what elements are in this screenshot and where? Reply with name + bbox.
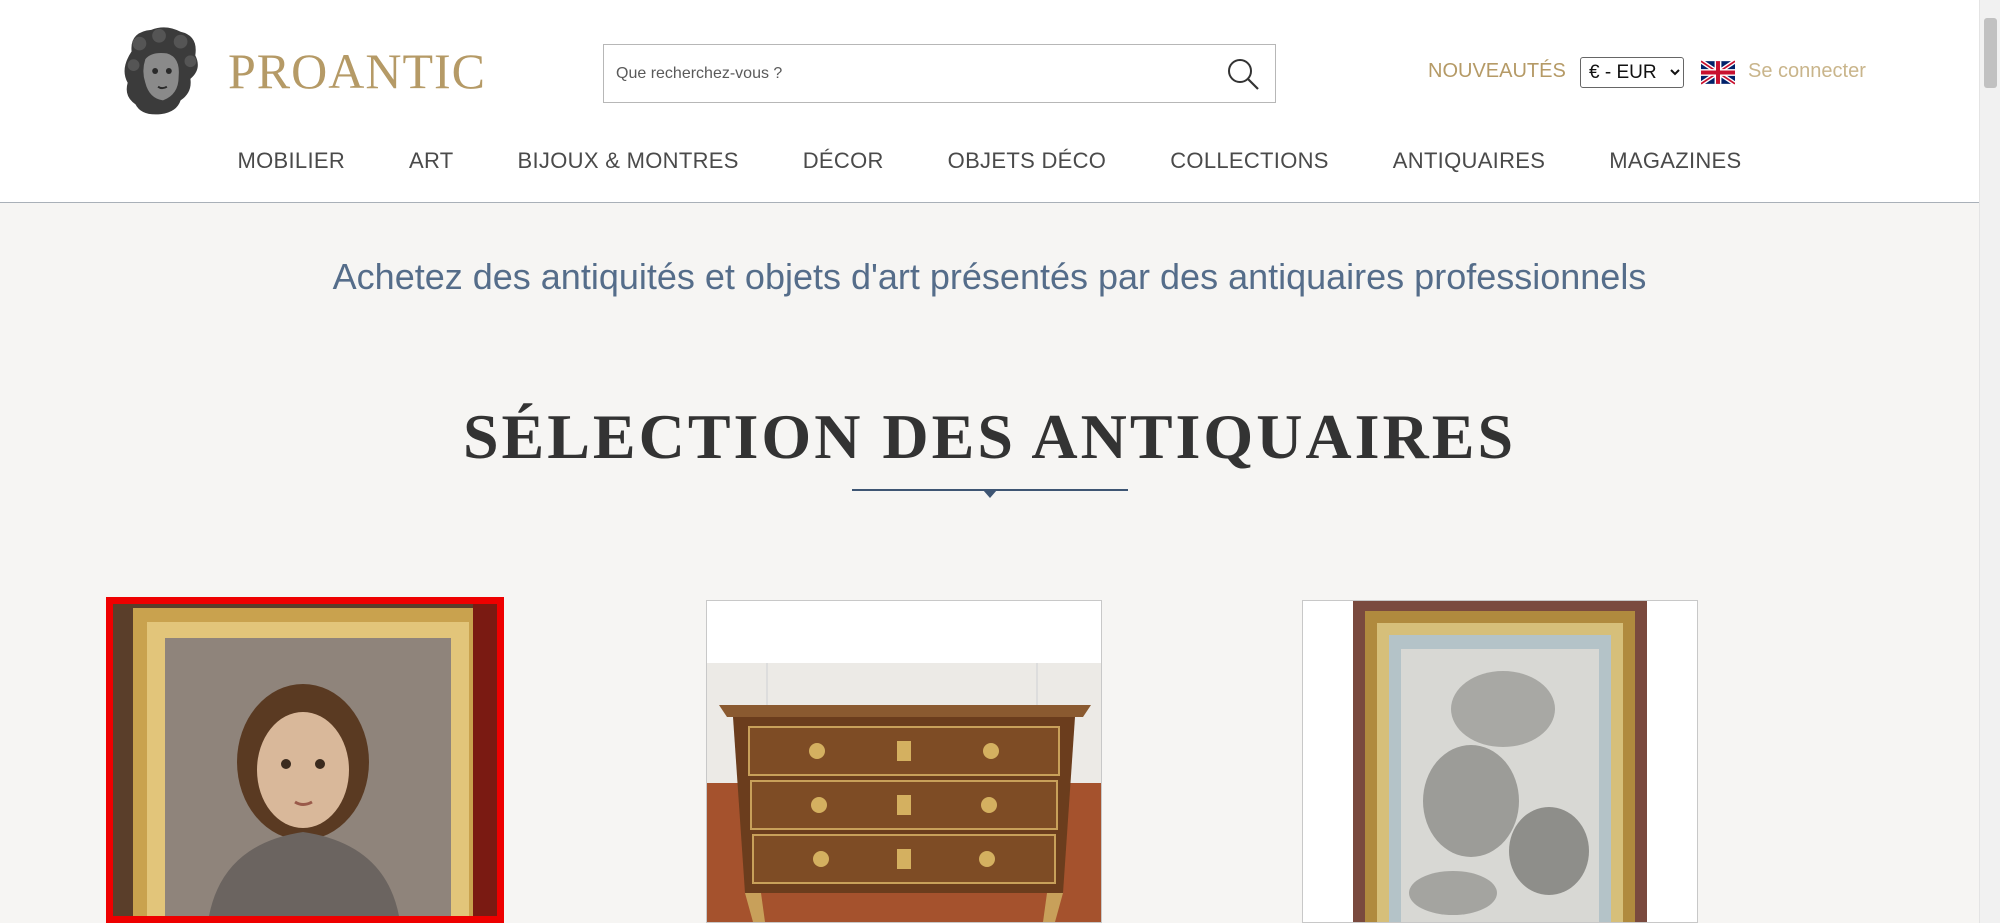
page-scrollbar[interactable] bbox=[1979, 0, 2000, 923]
site-logo[interactable]: PROANTIC bbox=[112, 22, 486, 120]
drawing-image bbox=[1303, 601, 1697, 922]
nav-item-collections[interactable]: COLLECTIONS bbox=[1170, 148, 1329, 178]
bust-logo-icon bbox=[124, 27, 198, 115]
nav-item-mobilier[interactable]: MOBILIER bbox=[237, 148, 345, 178]
section-title: SÉLECTION DES ANTIQUAIRES bbox=[462, 401, 1517, 472]
portrait-image bbox=[113, 604, 497, 916]
page-tagline: Achetez des antiquités et objets d'art p… bbox=[332, 256, 1647, 297]
nav-item-objets-deco[interactable]: OBJETS DÉCO bbox=[948, 148, 1107, 178]
site-header: PROANTIC NOUVEAUTÉS € - EUR Se connecter… bbox=[0, 0, 1979, 203]
nav-item-bijoux-montres[interactable]: BIJOUX & MONTRES bbox=[518, 148, 739, 178]
search-bar bbox=[603, 44, 1276, 103]
commode-image bbox=[707, 601, 1101, 922]
new-arrivals-link[interactable]: NOUVEAUTÉS bbox=[1428, 60, 1566, 83]
product-card[interactable] bbox=[106, 597, 504, 923]
search-input[interactable] bbox=[616, 45, 1196, 102]
main-nav: MOBILIER ART BIJOUX & MONTRES DÉCOR OBJE… bbox=[0, 148, 1979, 178]
nav-item-magazines[interactable]: MAGAZINES bbox=[1609, 148, 1741, 178]
product-card[interactable] bbox=[1302, 600, 1698, 923]
brand-name: PROANTIC bbox=[228, 43, 487, 99]
search-icon[interactable] bbox=[1225, 56, 1261, 92]
nav-item-art[interactable]: ART bbox=[409, 148, 454, 178]
product-card[interactable] bbox=[706, 600, 1102, 923]
divider-arrow-icon bbox=[983, 490, 997, 498]
scrollbar-thumb[interactable] bbox=[1984, 18, 1997, 88]
nav-item-decor[interactable]: DÉCOR bbox=[803, 148, 884, 178]
login-link[interactable]: Se connecter bbox=[1748, 60, 1866, 83]
nav-item-antiquaires[interactable]: ANTIQUAIRES bbox=[1393, 148, 1545, 178]
uk-flag-icon[interactable] bbox=[1701, 60, 1735, 85]
currency-select[interactable]: € - EUR bbox=[1580, 57, 1684, 88]
